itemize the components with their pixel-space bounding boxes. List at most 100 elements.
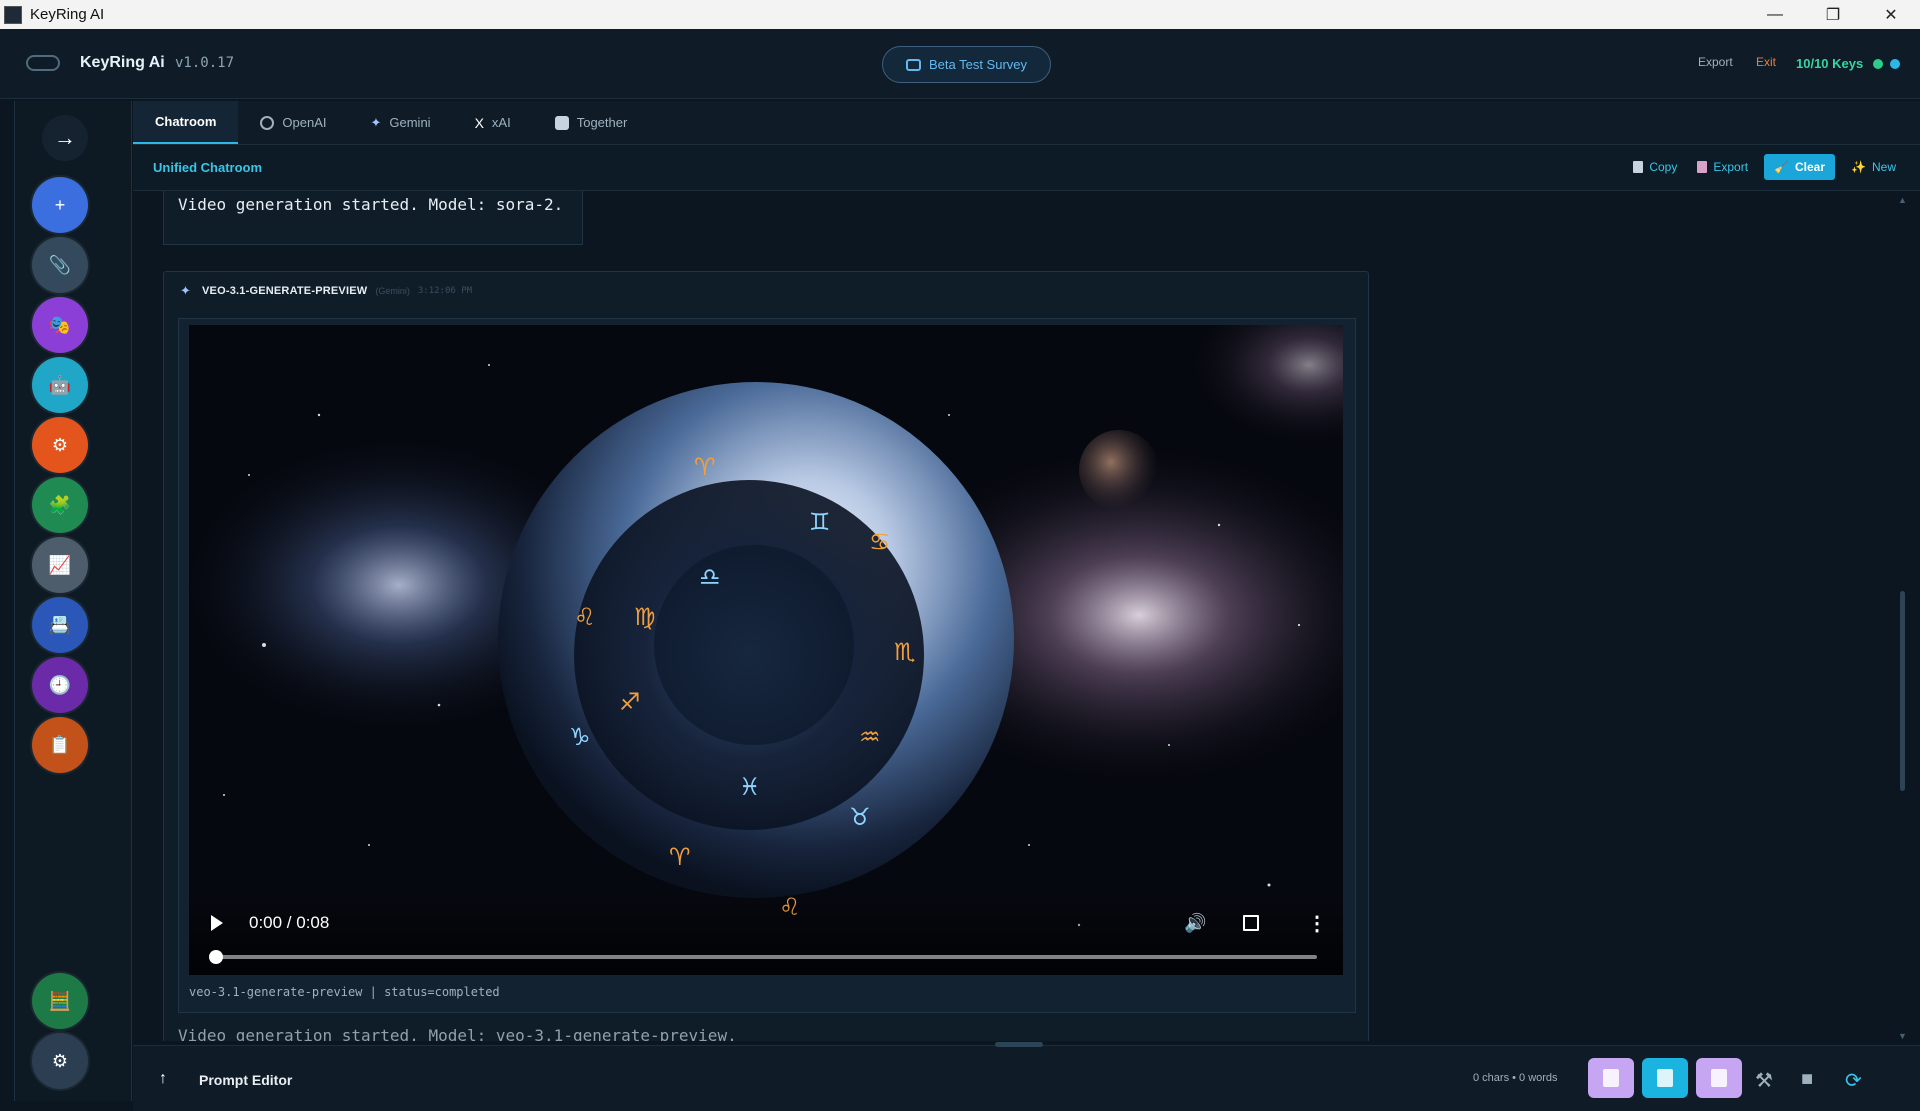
sidebar-puzzle-button[interactable]: 🧩 bbox=[32, 477, 88, 533]
sidebar-masks-button[interactable]: 🎭 bbox=[32, 297, 88, 353]
video-frame: ♈ ♊ ♋ ♌ ♍ ♎ ♏ ♐ ♑ ♒ ♓ ♉ ♈ bbox=[189, 325, 1343, 975]
tab-together[interactable]: Together bbox=[533, 101, 650, 144]
sidebar-card-button[interactable]: 📇 bbox=[32, 597, 88, 653]
sidebar-chart-button[interactable]: 📈 bbox=[32, 537, 88, 593]
svg-text:♈: ♈ bbox=[694, 453, 716, 481]
video-player[interactable]: ♈ ♊ ♋ ♌ ♍ ♎ ♏ ♐ ♑ ♒ ♓ ♉ ♈ 0:00 / 0:08 🔊 … bbox=[189, 325, 1343, 975]
video-container: ♈ ♊ ♋ ♌ ♍ ♎ ♏ ♐ ♑ ♒ ♓ ♉ ♈ 0:00 / 0:08 🔊 … bbox=[178, 318, 1356, 1013]
sidebar-settings-button[interactable]: ⚙ bbox=[32, 1033, 88, 1089]
sidebar-notes-button[interactable]: 📋 bbox=[32, 717, 88, 773]
sidebar-toggle-button[interactable]: → bbox=[42, 115, 88, 161]
hammer-icon[interactable]: ⚒ bbox=[1755, 1068, 1773, 1093]
beta-survey-button[interactable]: Beta Test Survey bbox=[882, 46, 1051, 83]
sidebar-history-button[interactable]: 🕘 bbox=[32, 657, 88, 713]
header-export-button[interactable]: Export bbox=[1698, 55, 1733, 69]
window-title: KeyRing AI bbox=[30, 6, 105, 23]
scroll-down-icon[interactable]: ▼ bbox=[1898, 1031, 1907, 1041]
close-button[interactable]: ✕ bbox=[1862, 0, 1920, 29]
previous-message-text: Video generation started. Model: sora-2. bbox=[178, 195, 564, 214]
window-controls: — ❐ ✕ bbox=[1746, 0, 1920, 29]
robot-icon: 🤖 bbox=[48, 374, 72, 395]
resize-handle[interactable] bbox=[995, 1042, 1043, 1047]
sidebar-new-button[interactable]: + bbox=[32, 177, 88, 233]
sidebar-calculator-button[interactable]: 🧮 bbox=[32, 973, 88, 1029]
scroll-up-icon[interactable]: ▲ bbox=[1898, 195, 1907, 205]
chat-scrollbar[interactable]: ▲ ▼ bbox=[1895, 191, 1909, 1041]
broom-icon: 🧹 bbox=[1774, 160, 1789, 174]
tab-gemini[interactable]: ✦ Gemini bbox=[348, 101, 452, 144]
svg-text:♌: ♌ bbox=[574, 603, 596, 631]
scroll-thumb[interactable] bbox=[1900, 591, 1905, 791]
main-area: Chatroom OpenAI ✦ Gemini X xAI Together … bbox=[133, 101, 1920, 1111]
puzzle-icon: 🧩 bbox=[48, 494, 72, 515]
video-progress-knob[interactable] bbox=[209, 950, 223, 964]
fullscreen-icon[interactable] bbox=[1243, 915, 1259, 931]
message-header: ✦ VEO-3.1-GENERATE-PREVIEW (Gemini) 3:12… bbox=[180, 284, 472, 298]
attach-icon: 📎 bbox=[48, 254, 72, 275]
sidebar-settings-orange-button[interactable]: ⚙ bbox=[32, 417, 88, 473]
stop-icon[interactable]: ■ bbox=[1801, 1068, 1813, 1091]
more-options-icon[interactable]: ⋮ bbox=[1307, 911, 1327, 936]
copy-button[interactable]: Copy bbox=[1629, 154, 1681, 180]
chat-log: Video generation started. Model: sora-2.… bbox=[133, 191, 1893, 1041]
gemini-icon: ✦ bbox=[370, 114, 382, 130]
prompt-editor-label[interactable]: Prompt Editor bbox=[199, 1072, 292, 1088]
chat-actions: Copy Export 🧹 Clear ✨ New bbox=[1629, 154, 1900, 180]
tab-openai[interactable]: OpenAI bbox=[238, 101, 348, 144]
calculator-icon: 🧮 bbox=[48, 990, 72, 1011]
status-dot-blue bbox=[1890, 59, 1900, 69]
message-card: ✦ VEO-3.1-GENERATE-PREVIEW (Gemini) 3:12… bbox=[163, 271, 1369, 1041]
gemini-icon: ✦ bbox=[180, 283, 191, 298]
svg-text:♒: ♒ bbox=[859, 723, 881, 751]
volume-icon[interactable]: 🔊 bbox=[1184, 913, 1206, 934]
chat-bubble-icon bbox=[905, 58, 921, 71]
svg-text:♊: ♊ bbox=[809, 508, 831, 536]
save-button[interactable] bbox=[1696, 1058, 1742, 1098]
sidebar-attach-button[interactable]: 📎 bbox=[32, 237, 88, 293]
keys-status: 10/10 Keys bbox=[1796, 56, 1864, 71]
new-label: New bbox=[1871, 160, 1896, 174]
header-exit-button[interactable]: Exit bbox=[1756, 55, 1776, 69]
tab-label: xAI bbox=[491, 115, 511, 130]
tab-bar: Chatroom OpenAI ✦ Gemini X xAI Together bbox=[133, 101, 1920, 145]
history-icon: 🕘 bbox=[48, 674, 72, 695]
previous-message: Video generation started. Model: sora-2. bbox=[163, 191, 583, 245]
tab-xai[interactable]: X xAI bbox=[453, 101, 533, 144]
mic-button[interactable] bbox=[1642, 1058, 1688, 1098]
model-name: VEO-3.1-GENERATE-PREVIEW bbox=[202, 285, 368, 297]
settings-orange-icon: ⚙ bbox=[51, 434, 69, 455]
restore-button[interactable]: ❐ bbox=[1804, 0, 1862, 29]
app-logo bbox=[26, 55, 60, 71]
message-time: 3:12:06 PM bbox=[417, 286, 473, 296]
clipboard-button[interactable] bbox=[1588, 1058, 1634, 1098]
svg-text:♐: ♐ bbox=[619, 688, 641, 716]
tab-label: Chatroom bbox=[155, 114, 217, 129]
clear-button[interactable]: 🧹 Clear bbox=[1764, 154, 1836, 180]
notes-icon: 📋 bbox=[48, 734, 72, 755]
sidebar-robot-button[interactable]: 🤖 bbox=[32, 357, 88, 413]
app-header: KeyRing Ai v1.0.17 Beta Test Survey Expo… bbox=[0, 29, 1920, 99]
export-label: Export bbox=[1713, 160, 1749, 174]
svg-text:♍: ♍ bbox=[634, 603, 656, 631]
new-chat-button[interactable]: ✨ New bbox=[1847, 154, 1900, 180]
arrow-up-icon[interactable]: ↑ bbox=[159, 1070, 177, 1088]
export-icon bbox=[1697, 161, 1708, 173]
sparkle-icon: ✨ bbox=[1851, 160, 1866, 174]
chatroom-title: Unified Chatroom bbox=[153, 160, 263, 175]
settings-icon: ⚙ bbox=[51, 1050, 69, 1071]
refresh-icon[interactable]: ⟳ bbox=[1845, 1068, 1862, 1093]
tab-chatroom[interactable]: Chatroom bbox=[133, 101, 239, 144]
video-controls: 0:00 / 0:08 🔊 ⋮ bbox=[189, 895, 1343, 975]
play-icon[interactable] bbox=[211, 915, 223, 931]
tab-label: OpenAI bbox=[282, 115, 327, 130]
minimize-button[interactable]: — bbox=[1746, 0, 1804, 29]
chat-toolbar: Unified Chatroom Copy Export 🧹 Clear ✨ N… bbox=[133, 145, 1920, 191]
survey-label: Beta Test Survey bbox=[928, 57, 1028, 72]
svg-text:♎: ♎ bbox=[699, 563, 721, 591]
video-progress-track[interactable] bbox=[217, 955, 1317, 959]
save-icon bbox=[1711, 1069, 1727, 1087]
export-button[interactable]: Export bbox=[1693, 154, 1752, 180]
svg-text:♑: ♑ bbox=[569, 723, 591, 751]
svg-text:♈: ♈ bbox=[669, 843, 691, 871]
xai-icon: X bbox=[474, 114, 484, 131]
